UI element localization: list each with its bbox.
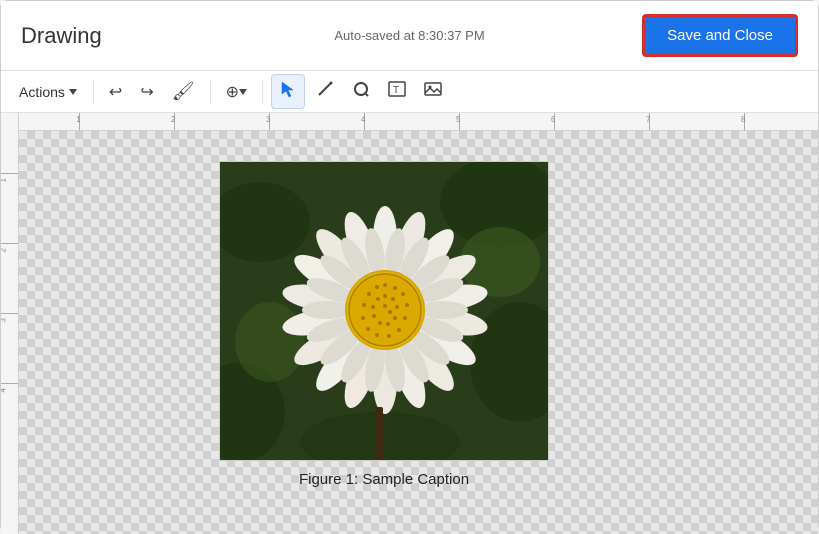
svg-text:T: T [393, 85, 399, 96]
ruler-v-mark-2 [1, 243, 19, 244]
ruler-v-mark-3 [1, 313, 19, 314]
app-title: Drawing [21, 23, 102, 49]
image-caption: Figure 1: Sample Caption [219, 471, 549, 488]
paint-format-icon: 🖌 [172, 81, 195, 102]
redo-button[interactable]: ↪ [133, 77, 160, 107]
ruler-h-label-3: 3 [266, 115, 270, 124]
save-close-button[interactable]: Save and Close [642, 14, 798, 57]
header: Drawing Auto-saved at 8:30:37 PM Save an… [1, 1, 818, 71]
text-tool-button[interactable]: T [381, 75, 413, 108]
drawing-canvas[interactable]: Figure 1: Sample Caption [19, 131, 818, 534]
toolbar: Actions ↩ ↪ 🖌 ⊕ [1, 71, 818, 113]
select-tool-button[interactable] [271, 74, 305, 109]
ruler-v-label-4: 4 [1, 388, 8, 392]
canvas-area: 1 2 3 4 1 2 3 4 5 6 7 8 [1, 113, 818, 534]
drawing-image [219, 161, 549, 461]
ruler-h-label-4: 4 [361, 115, 365, 124]
image-container: Figure 1: Sample Caption [219, 161, 549, 488]
canvas-right: 1 2 3 4 5 6 7 8 [19, 113, 818, 534]
shape-tool-button[interactable] [345, 75, 377, 108]
ruler-v-label-1: 1 [1, 178, 8, 182]
ruler-v-label-3: 3 [1, 318, 8, 322]
ruler-h-label-2: 2 [171, 115, 175, 124]
select-icon [279, 80, 297, 103]
ruler-h-label-1: 1 [76, 115, 80, 124]
toolbar-divider-3 [262, 80, 263, 104]
toolbar-divider-1 [93, 80, 94, 104]
ruler-h-label-7: 7 [646, 115, 650, 124]
ruler-v-mark-1 [1, 173, 19, 174]
ruler-h-label-8: 8 [741, 115, 745, 124]
line-tool-button[interactable] [309, 75, 341, 108]
paint-format-button[interactable]: 🖌 [165, 76, 202, 107]
image-icon [424, 80, 442, 103]
zoom-chevron-icon [239, 89, 247, 95]
ruler-h-label-5: 5 [456, 115, 460, 124]
text-icon: T [388, 80, 406, 103]
undo-button[interactable]: ↩ [102, 77, 129, 107]
ruler-vertical: 1 2 3 4 [1, 113, 19, 534]
actions-chevron-icon [69, 89, 77, 95]
ruler-v-mark-4 [1, 383, 19, 384]
shape-icon [352, 80, 370, 103]
zoom-button[interactable]: ⊕ [219, 77, 254, 107]
toolbar-divider-2 [210, 80, 211, 104]
autosave-status: Auto-saved at 8:30:37 PM [334, 28, 484, 43]
actions-label: Actions [19, 84, 65, 100]
redo-icon: ↪ [140, 82, 153, 102]
line-icon [316, 80, 334, 103]
undo-icon: ↩ [109, 82, 122, 102]
zoom-icon: ⊕ [226, 82, 239, 102]
ruler-h-label-6: 6 [551, 115, 555, 124]
ruler-horizontal: 1 2 3 4 5 6 7 8 [19, 113, 818, 131]
image-tool-button[interactable] [417, 75, 449, 108]
actions-menu-button[interactable]: Actions [11, 79, 85, 105]
ruler-v-label-2: 2 [1, 248, 8, 252]
